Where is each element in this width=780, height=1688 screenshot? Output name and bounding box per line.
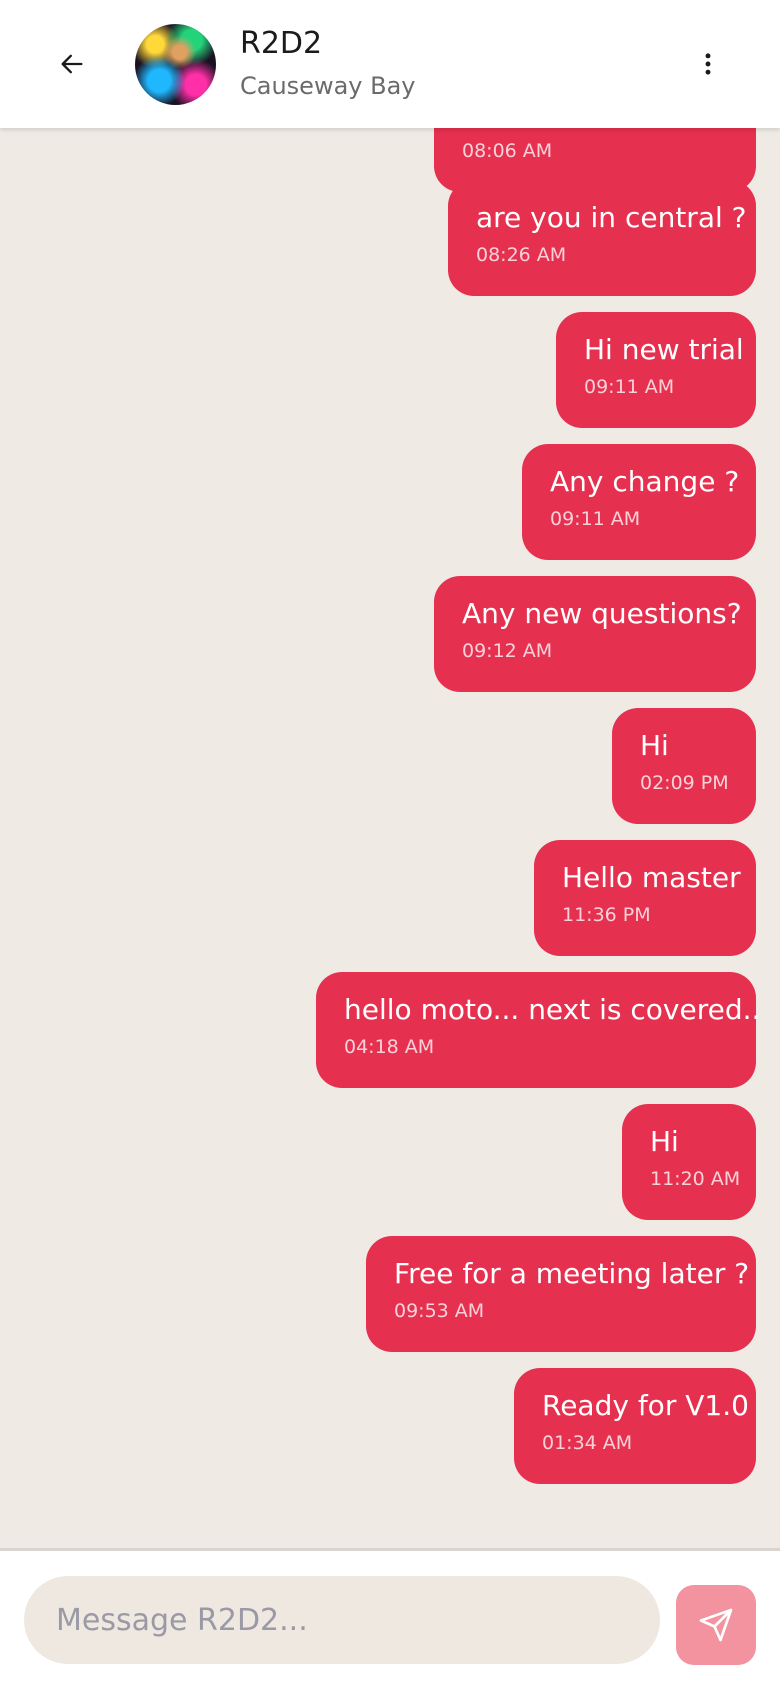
message-time: 09:12 AM <box>462 640 553 662</box>
send-button[interactable] <box>676 1585 756 1665</box>
message-bubble[interactable]: Hello master 11:36 PM <box>534 840 756 956</box>
chat-header: R2D2 Causeway Bay <box>0 0 780 128</box>
message-text: Free for a meeting later ? <box>394 1257 750 1290</box>
message-time: 04:18 AM <box>344 1036 435 1058</box>
message-input[interactable] <box>24 1576 660 1664</box>
message-text: Hi new trial <box>584 333 744 366</box>
message-text: Hi <box>640 729 669 762</box>
message-bubble[interactable]: Ready for V1.0 01:34 AM <box>514 1368 756 1484</box>
contact-location: Causeway Bay <box>240 72 416 100</box>
message-text: Hi <box>650 1125 679 1158</box>
message-time: 02:09 PM <box>640 772 729 794</box>
message-list[interactable]: 08:06 AM are you in central ? 08:26 AM H… <box>0 128 780 1548</box>
message-time: 09:53 AM <box>394 1300 485 1322</box>
message-text: Any new questions? <box>462 597 742 630</box>
message-time: 11:20 AM <box>650 1168 741 1190</box>
message-bubble[interactable]: hello moto... next is covered.. 04:18 AM <box>316 972 761 1088</box>
message-bubble[interactable]: Any new questions? 09:12 AM <box>434 576 756 692</box>
message-text: hello moto... next is covered.. <box>344 993 761 1026</box>
message-bubble[interactable]: are you in central ? 08:26 AM <box>448 180 756 296</box>
message-bubble[interactable]: Hi 11:20 AM <box>622 1104 756 1220</box>
arrow-left-icon <box>61 54 83 74</box>
message-bubble[interactable]: Hi new trial 09:11 AM <box>556 312 756 428</box>
more-vert-icon <box>705 53 711 75</box>
message-bubble[interactable]: Hi 02:09 PM <box>612 708 756 824</box>
message-time: 08:06 AM <box>462 140 553 162</box>
message-text: Hello master <box>562 861 741 894</box>
message-text <box>462 128 728 132</box>
message-text: Ready for V1.0 <box>542 1389 749 1422</box>
message-bubble[interactable]: Free for a meeting later ? 09:53 AM <box>366 1236 756 1352</box>
avatar[interactable] <box>135 24 216 105</box>
back-button[interactable] <box>52 44 92 84</box>
message-text: Any change ? <box>550 465 740 498</box>
contact-name: R2D2 <box>240 26 323 61</box>
message-text: are you in central ? <box>476 201 747 234</box>
message-time: 09:11 AM <box>584 376 675 398</box>
send-icon <box>699 1608 733 1642</box>
message-bubble[interactable]: Any change ? 09:11 AM <box>522 444 756 560</box>
message-time: 01:34 AM <box>542 1432 633 1454</box>
more-options-button[interactable] <box>688 44 728 84</box>
message-time: 08:26 AM <box>476 244 567 266</box>
message-composer <box>0 1548 780 1688</box>
message-time: 11:36 PM <box>562 904 651 926</box>
message-time: 09:11 AM <box>550 508 641 530</box>
